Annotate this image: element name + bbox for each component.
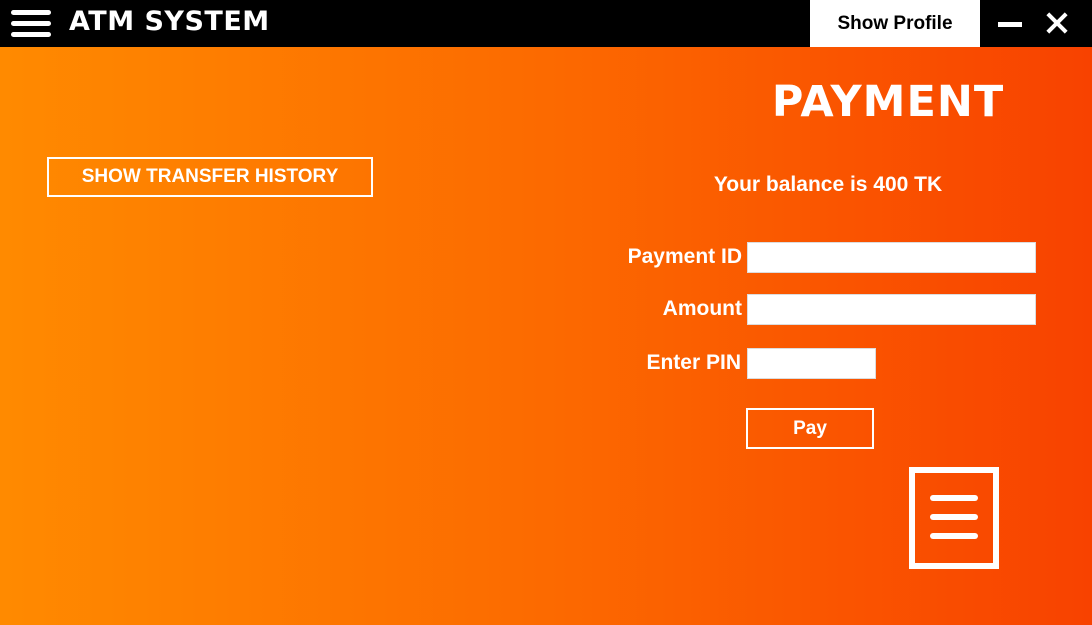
pin-label: Enter PIN bbox=[646, 351, 741, 374]
pay-button[interactable]: Pay bbox=[746, 408, 874, 449]
show-profile-button[interactable]: Show Profile bbox=[810, 0, 980, 47]
app-title: ATM SYSTEM bbox=[69, 6, 270, 37]
show-transfer-history-button[interactable]: SHOW TRANSFER HISTORY bbox=[47, 157, 373, 197]
receipt-icon bbox=[909, 467, 999, 569]
pin-input[interactable] bbox=[747, 348, 876, 379]
payment-id-input[interactable] bbox=[747, 242, 1036, 273]
title-bar: ATM SYSTEM Show Profile bbox=[0, 0, 1092, 47]
page-title: PAYMENT bbox=[771, 77, 1005, 127]
amount-label: Amount bbox=[662, 297, 742, 320]
balance-text: Your balance is 400 TK bbox=[713, 173, 943, 196]
minimize-icon[interactable] bbox=[995, 14, 1025, 34]
close-icon[interactable] bbox=[1042, 10, 1072, 38]
hamburger-menu-icon[interactable] bbox=[11, 9, 51, 39]
payment-id-label: Payment ID bbox=[627, 245, 742, 268]
amount-input[interactable] bbox=[747, 294, 1036, 325]
